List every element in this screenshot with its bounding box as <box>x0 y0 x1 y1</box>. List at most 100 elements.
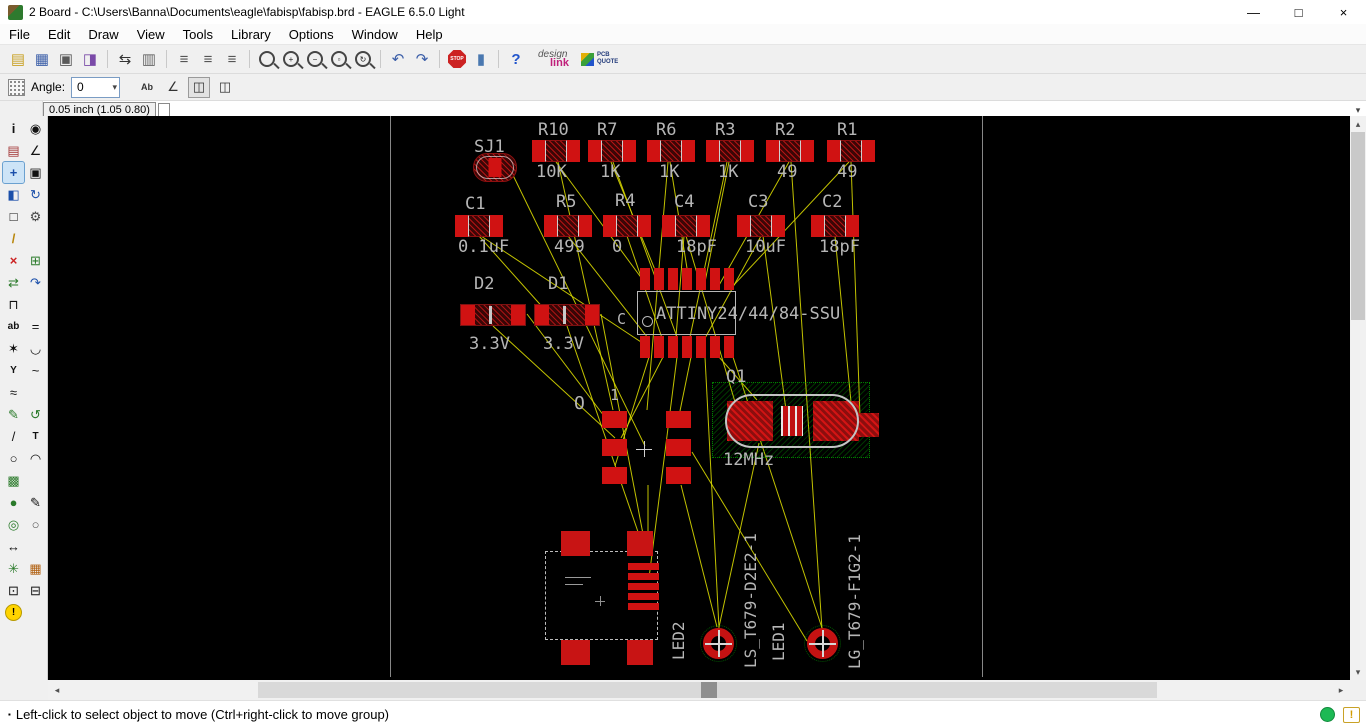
menu-help[interactable]: Help <box>407 25 452 44</box>
hole-tool[interactable]: ○ <box>25 514 46 535</box>
pcb-quote-button[interactable]: PCB QUOTE <box>580 52 618 66</box>
change-tool[interactable]: ⚙ <box>25 206 46 227</box>
cam-processor-button[interactable]: ◨ <box>78 47 102 71</box>
display-split-button-2[interactable]: ◫ <box>214 77 236 98</box>
miter-tool[interactable]: ◡ <box>25 338 46 359</box>
maximize-button[interactable]: □ <box>1276 0 1321 24</box>
pinswap-tool[interactable]: ⇄ <box>3 272 24 293</box>
split-tool[interactable]: Y <box>3 360 24 381</box>
command-dropdown-icon[interactable]: ▾ <box>1350 105 1366 116</box>
zoom-select-button[interactable]: ▫ <box>327 47 351 71</box>
horizontal-scroll-thumb[interactable] <box>701 682 717 698</box>
menu-options[interactable]: Options <box>280 25 343 44</box>
menu-file[interactable]: File <box>0 25 39 44</box>
menu-view[interactable]: View <box>128 25 174 44</box>
group-tool[interactable]: □ <box>3 206 24 227</box>
scroll-right-arrow-icon[interactable]: ▸ <box>1332 680 1350 700</box>
route-tool[interactable]: ✎ <box>3 404 24 425</box>
status-warning-icon[interactable]: ! <box>1343 706 1360 723</box>
component-R6[interactable] <box>647 140 695 162</box>
undo-button[interactable]: ↶ <box>386 47 410 71</box>
ratsnest-tool[interactable]: ✳ <box>3 558 24 579</box>
component-D2[interactable] <box>460 304 526 326</box>
stop-button[interactable]: STOP <box>445 47 469 71</box>
menu-edit[interactable]: Edit <box>39 25 79 44</box>
horizontal-scrollbar[interactable]: ◂ ▸ <box>48 680 1350 700</box>
save-button[interactable]: ▦ <box>30 47 54 71</box>
vertical-scroll-track[interactable] <box>1350 132 1366 664</box>
menu-window[interactable]: Window <box>343 25 407 44</box>
copy-tool[interactable]: ▣ <box>25 162 46 183</box>
ripup-tool[interactable]: ↺ <box>25 404 46 425</box>
mirror-tool[interactable]: ◧ <box>3 184 24 205</box>
run-ulp-button[interactable]: ≡ <box>196 47 220 71</box>
component-D1[interactable] <box>534 304 600 326</box>
print-button[interactable]: ▣ <box>54 47 78 71</box>
info-tool[interactable]: i <box>3 118 24 139</box>
erc-errors-tool[interactable]: ⊟ <box>25 580 46 601</box>
component-ISP-4[interactable] <box>666 439 691 456</box>
add-tool[interactable]: ⊞ <box>25 250 46 271</box>
display-layers-tool[interactable]: ▤ <box>3 140 24 161</box>
rect-tool[interactable]: ▩ <box>3 470 24 491</box>
font-style-button[interactable]: Ab <box>136 77 158 98</box>
display-split-button-1[interactable]: ◫ <box>188 76 211 98</box>
component-R4[interactable] <box>603 215 651 237</box>
delete-tool[interactable]: × <box>3 250 24 271</box>
scroll-down-arrow-icon[interactable]: ▾ <box>1350 664 1366 680</box>
menu-draw[interactable]: Draw <box>79 25 127 44</box>
component-C4[interactable] <box>662 215 710 237</box>
component-ISP-6[interactable] <box>666 467 691 484</box>
meander-tool[interactable]: ≈ <box>3 382 24 403</box>
cmd-history-button[interactable]: ≡ <box>220 47 244 71</box>
name-tool[interactable]: ab <box>3 316 24 337</box>
zoom-fit-button[interactable] <box>255 47 279 71</box>
value-tool[interactable]: = <box>25 316 46 337</box>
switch-editor-button[interactable]: ⇆ <box>113 47 137 71</box>
component-R2[interactable] <box>766 140 814 162</box>
component-ISP-2[interactable] <box>666 411 691 428</box>
component-ISP-1[interactable] <box>602 411 627 428</box>
optimize-tool[interactable]: ~ <box>25 360 46 381</box>
component-R7[interactable] <box>588 140 636 162</box>
rotate-tool[interactable]: ↻ <box>25 184 46 205</box>
zoom-redraw-button[interactable]: ↻ <box>351 47 375 71</box>
close-button[interactable]: × <box>1321 0 1366 24</box>
angle-select[interactable]: 0 ▾ <box>71 76 121 98</box>
zoom-in-button[interactable]: + <box>279 47 303 71</box>
dimension-tool[interactable]: ↔ <box>3 536 24 557</box>
run-script-button[interactable]: ▮ <box>469 47 493 71</box>
script-button[interactable]: ≡ <box>172 47 196 71</box>
design-link-button[interactable]: design link <box>538 49 569 69</box>
signal-tool[interactable]: ✎ <box>25 492 46 513</box>
component-R1[interactable] <box>827 140 875 162</box>
menu-tools[interactable]: Tools <box>174 25 222 44</box>
grid-button[interactable] <box>8 78 25 96</box>
component-LED1[interactable] <box>804 625 841 662</box>
redo-button[interactable]: ↷ <box>410 47 434 71</box>
board-canvas[interactable]: SJ1 R10 10K R7 1K R6 1K R3 1K R2 49 R1 49 C1 0.1uF R5 49… <box>48 116 1350 680</box>
component-C1[interactable] <box>455 215 503 237</box>
component-C2[interactable] <box>811 215 859 237</box>
drc-tool[interactable]: ⊡ <box>3 580 24 601</box>
via-tool[interactable]: ◎ <box>3 514 24 535</box>
vertical-scroll-thumb[interactable] <box>1351 132 1365 320</box>
warning-indicator[interactable]: ! <box>5 604 22 621</box>
circle-tool[interactable]: ○ <box>3 448 24 469</box>
component-LED2[interactable] <box>700 625 737 662</box>
vertical-scrollbar[interactable]: ▴ ▾ <box>1350 116 1366 680</box>
wire-tool[interactable]: / <box>3 426 24 447</box>
zoom-out-button[interactable]: − <box>303 47 327 71</box>
cut-tool[interactable]: / <box>3 228 24 249</box>
library-button[interactable]: ▥ <box>137 47 161 71</box>
component-ISP-3[interactable] <box>602 439 627 456</box>
scroll-left-arrow-icon[interactable]: ◂ <box>48 680 66 700</box>
text-tool[interactable]: T <box>25 426 46 447</box>
minimize-button[interactable]: — <box>1231 0 1276 24</box>
menu-library[interactable]: Library <box>222 25 280 44</box>
component-C3[interactable] <box>737 215 785 237</box>
replace-tool[interactable]: ↷ <box>25 272 46 293</box>
open-button[interactable]: ▤ <box>6 47 30 71</box>
mark-tool[interactable]: ∠ <box>25 140 46 161</box>
autoroute-tool[interactable]: ▦ <box>25 558 46 579</box>
